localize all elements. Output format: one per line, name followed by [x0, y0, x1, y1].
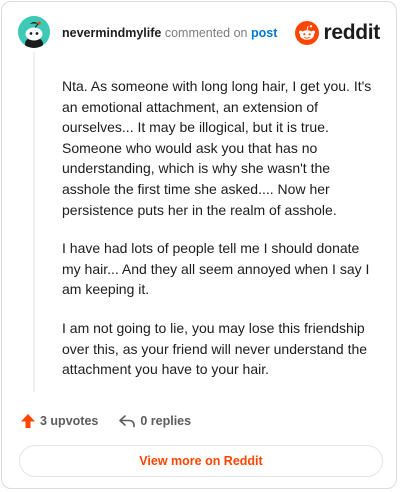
brand-wordmark: reddit [323, 21, 380, 44]
action-text: commented on [164, 26, 248, 40]
avatar[interactable] [18, 16, 50, 48]
reddit-brand[interactable]: reddit [295, 19, 380, 47]
replies-count: 0 replies [140, 414, 192, 428]
comment-paragraph: I am not going to lie, you may lose this… [62, 319, 368, 378]
comment-actions: 3 upvotes 0 replies [20, 411, 191, 431]
thread-line [33, 52, 35, 392]
comment-meta: nevermindmylife commented on post [62, 26, 277, 40]
snoo-avatar-icon [18, 16, 50, 48]
embedded-comment-card: nevermindmylife commented on post reddit… [1, 1, 397, 489]
post-link[interactable]: post [251, 26, 277, 40]
reddit-logo-icon [295, 21, 320, 45]
username-link[interactable]: nevermindmylife [62, 26, 161, 40]
upvote-arrow-icon [21, 414, 35, 428]
comment-paragraph: I have had lots of people tell me I shou… [62, 240, 370, 298]
replies-button[interactable]: 0 replies [118, 413, 191, 429]
view-more-button[interactable]: View more on Reddit [19, 445, 383, 477]
comment-body: Nta. As someone with long long hair, I g… [62, 76, 380, 398]
upvotes-button[interactable]: 3 upvotes [20, 413, 98, 429]
comment-header: nevermindmylife commented on post reddit [18, 16, 382, 56]
reply-arrow-icon [119, 415, 136, 428]
comment-paragraph: Nta. As someone with long long hair, I g… [62, 78, 372, 218]
upvotes-count: 3 upvotes [40, 414, 99, 428]
